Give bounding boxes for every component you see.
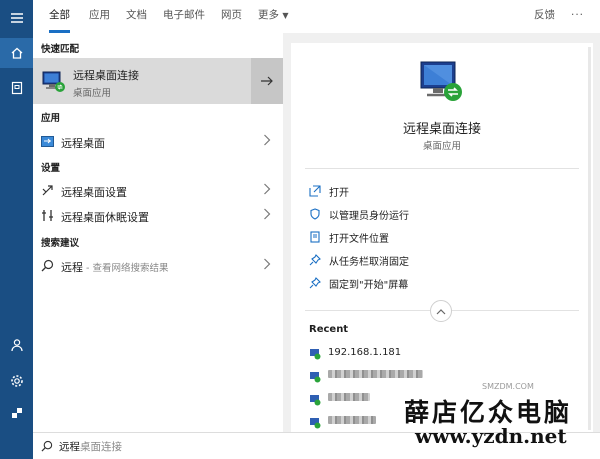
home-icon[interactable]	[0, 38, 33, 68]
action-unpin-taskbar[interactable]: 从任务栏取消固定	[309, 250, 579, 270]
result-label: 远程桌面	[61, 137, 105, 150]
notebook-icon[interactable]	[0, 73, 33, 103]
feedback-person-icon[interactable]	[0, 398, 33, 428]
rdp-file-icon	[309, 394, 321, 409]
section-best-match: 快速匹配	[41, 44, 80, 55]
left-rail	[0, 0, 33, 459]
arrow-right-icon	[261, 76, 273, 86]
tab-documents[interactable]: 文档	[126, 0, 147, 33]
recent-item-label-redacted	[328, 370, 423, 381]
rdp-file-icon	[309, 371, 321, 386]
action-label: 打开文件位置	[329, 234, 389, 245]
suggestion-item-web-search[interactable]: 远程 - 查看网络搜索结果	[33, 254, 283, 278]
chevron-right-icon[interactable]	[263, 134, 271, 149]
detail-title: 远程桌面连接	[402, 122, 481, 137]
tab-all[interactable]: 全部	[49, 0, 70, 33]
best-match-title: 远程桌面连接	[73, 69, 139, 82]
tab-apps[interactable]: 应用	[89, 0, 110, 33]
results-list: 快速匹配 远程桌面连接 桌面应用 应用 远程桌面 设置 远程桌面设置 远程桌面休…	[33, 33, 283, 432]
chevron-down-icon: ▼	[282, 11, 289, 20]
scrollbar[interactable]	[588, 47, 591, 430]
more-options-button[interactable]: ···	[571, 0, 584, 33]
collapse-button[interactable]	[430, 300, 452, 322]
result-label: 远程桌面休眠设置	[61, 211, 149, 224]
search-autocomplete: 桌面连接	[80, 441, 122, 453]
recent-item-label-redacted	[328, 393, 370, 404]
pin-icon	[309, 277, 321, 292]
recent-item[interactable]: 192.168.1.181	[309, 344, 579, 364]
hamburger-menu-icon[interactable]	[0, 3, 33, 33]
search-icon	[41, 440, 53, 455]
feedback-link[interactable]: 反馈	[534, 0, 555, 33]
best-match-subtitle: 桌面应用	[73, 88, 112, 99]
chevron-right-icon[interactable]	[263, 208, 271, 223]
chevron-up-icon	[436, 308, 446, 314]
watermark-line2: www.yzdn.net	[415, 424, 567, 448]
file-location-icon	[309, 231, 321, 246]
watermark-small: SMZDM.COM	[482, 382, 534, 391]
search-input[interactable]: 远程桌面连接	[59, 439, 122, 454]
rdp-file-icon	[309, 348, 321, 363]
chevron-right-icon[interactable]	[263, 183, 271, 198]
tab-more[interactable]: 更多 ▼	[258, 0, 289, 33]
remote-desktop-large-icon	[417, 56, 467, 109]
result-item-remote-desktop[interactable]: 远程桌面	[33, 130, 283, 154]
action-label: 以管理员身份运行	[329, 211, 409, 222]
detail-subtitle: 桌面应用	[422, 141, 461, 152]
result-item-remote-desktop-settings[interactable]: 远程桌面设置	[33, 179, 283, 203]
remote-desktop-app-icon	[41, 68, 67, 97]
sleep-settings-icon	[41, 209, 54, 225]
admin-shield-icon	[309, 208, 321, 223]
action-label: 打开	[329, 188, 349, 199]
detail-panel: 远程桌面连接 桌面应用 打开 以管理员身份运行 打开文件位置 从任务栏取消固定 …	[291, 43, 593, 434]
chevron-right-icon[interactable]	[263, 258, 271, 273]
action-open[interactable]: 打开	[309, 181, 579, 201]
divider	[305, 168, 579, 169]
result-item-remote-desktop-sleep-settings[interactable]: 远程桌面休眠设置	[33, 204, 283, 228]
recent-item-label: 192.168.1.181	[328, 347, 402, 358]
recent-heading: Recent	[309, 324, 349, 335]
section-apps: 应用	[41, 113, 61, 124]
best-match-item[interactable]: 远程桌面连接 桌面应用	[33, 58, 283, 104]
action-label: 从任务栏取消固定	[329, 257, 409, 268]
result-label: 远程桌面设置	[61, 186, 127, 199]
action-label: 固定到"开始"屏幕	[329, 280, 409, 291]
user-icon[interactable]	[0, 330, 33, 360]
remote-desktop-small-icon	[41, 136, 54, 151]
suggestion-hint: - 查看网络搜索结果	[83, 263, 169, 274]
search-typed-text: 远程	[59, 441, 80, 453]
unpin-icon	[309, 254, 321, 269]
action-run-as-admin[interactable]: 以管理员身份运行	[309, 204, 579, 224]
open-icon	[309, 185, 321, 200]
tab-more-label: 更多	[258, 9, 279, 21]
remote-settings-icon	[41, 184, 54, 200]
filter-tab-bar: 全部 应用 文档 电子邮件 网页 更多 ▼ 反馈 ···	[33, 0, 600, 33]
recent-item[interactable]	[309, 367, 579, 387]
action-pin-start[interactable]: 固定到"开始"屏幕	[309, 273, 579, 293]
open-details-arrow-button[interactable]	[251, 58, 283, 104]
action-open-file-location[interactable]: 打开文件位置	[309, 227, 579, 247]
suggestion-label: 远程 - 查看网络搜索结果	[61, 259, 168, 275]
tab-email[interactable]: 电子邮件	[163, 0, 205, 33]
recent-item-label-redacted	[328, 416, 376, 427]
section-settings: 设置	[41, 163, 61, 174]
search-icon	[41, 259, 54, 275]
settings-gear-icon[interactable]	[0, 366, 33, 396]
tab-web[interactable]: 网页	[221, 0, 242, 33]
section-search-suggestions: 搜索建议	[41, 238, 80, 249]
rdp-file-icon	[309, 417, 321, 432]
suggestion-query: 远程	[61, 261, 83, 274]
